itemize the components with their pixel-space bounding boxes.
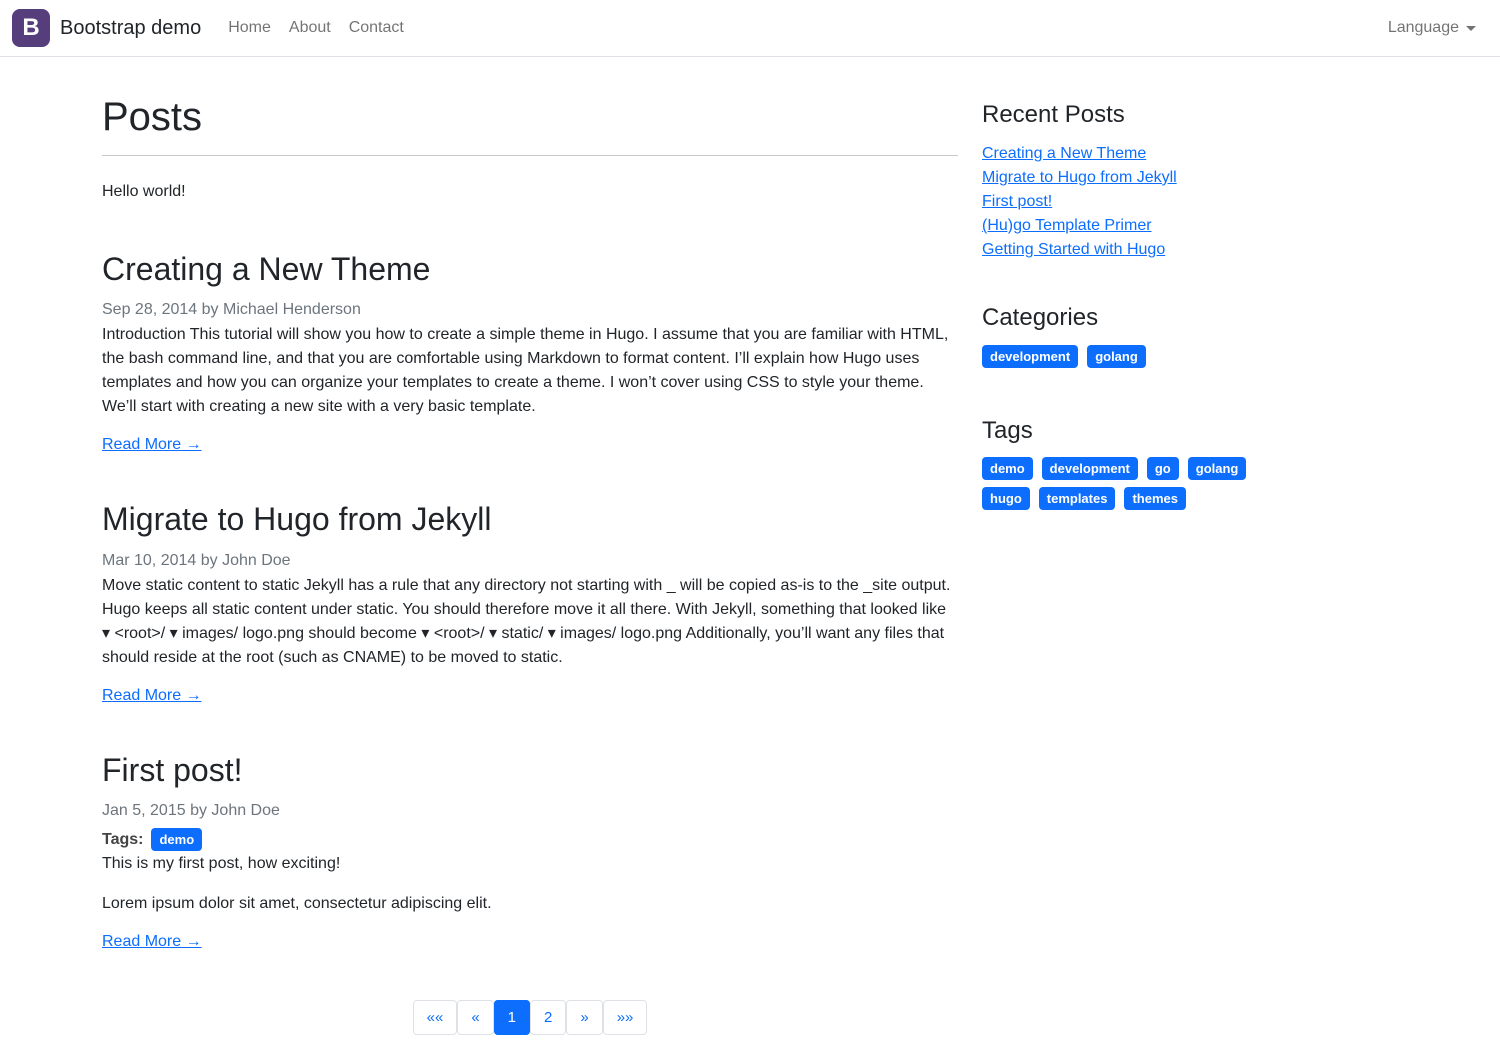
pagination-prev[interactable]: «: [457, 1000, 493, 1035]
post-summary: Creating a New Theme Sep 28, 2014 by Mic…: [102, 250, 958, 454]
intro-text: Hello world!: [102, 180, 958, 204]
language-dropdown-label: Language: [1388, 19, 1459, 37]
post-meta: Sep 28, 2014 by Michael Henderson: [102, 298, 958, 322]
tag-badge-golang[interactable]: golang: [1188, 457, 1247, 480]
tag-badge-templates[interactable]: templates: [1039, 487, 1116, 510]
categories-title: Categories: [982, 304, 1398, 333]
post-summary: First post! Jan 5, 2015 by John Doe Tags…: [102, 751, 958, 951]
categories-cloud: development golang: [982, 345, 1312, 375]
nav-item-about[interactable]: About: [280, 11, 340, 45]
read-more-link[interactable]: Read More →: [102, 687, 202, 705]
post-excerpt: Lorem ipsum dolor sit amet, consectetur …: [102, 892, 958, 916]
post-meta: Jan 5, 2015 by John Doe: [102, 799, 958, 823]
post-tags-row: Tags: demo: [102, 828, 958, 851]
tag-badge-hugo[interactable]: hugo: [982, 487, 1030, 510]
category-badge-development[interactable]: development: [982, 345, 1078, 368]
bootstrap-logo-icon[interactable]: B: [12, 9, 50, 47]
title-divider: [102, 155, 958, 156]
tag-badge-demo[interactable]: demo: [151, 828, 202, 851]
page-title: Posts: [102, 93, 958, 141]
sidebar: Recent Posts Creating a New Theme Migrat…: [970, 57, 1410, 517]
tag-badge-demo[interactable]: demo: [982, 457, 1033, 480]
page: B Bootstrap demo Home About Contact Lang…: [0, 0, 1500, 1058]
recent-post-link[interactable]: Getting Started with Hugo: [982, 238, 1165, 262]
recent-posts-title: Recent Posts: [982, 101, 1398, 130]
post-meta: Mar 10, 2014 by John Doe: [102, 549, 958, 573]
post-title[interactable]: Creating a New Theme: [102, 250, 958, 288]
read-more-link[interactable]: Read More →: [102, 436, 202, 454]
pagination-next[interactable]: »: [566, 1000, 602, 1035]
language-dropdown[interactable]: Language: [1388, 19, 1476, 37]
recent-post-link[interactable]: First post!: [982, 190, 1052, 214]
pagination-last[interactable]: »»: [603, 1000, 648, 1035]
recent-post-link[interactable]: Creating a New Theme: [982, 142, 1146, 166]
read-more-link[interactable]: Read More →: [102, 933, 202, 951]
tags-cloud: demo development go golang hugo template…: [982, 457, 1312, 517]
tags-label: Tags:: [102, 831, 143, 849]
tag-badge-go[interactable]: go: [1147, 457, 1179, 480]
pagination-first[interactable]: ««: [413, 1000, 458, 1035]
recent-post-link[interactable]: Migrate to Hugo from Jekyll: [982, 166, 1177, 190]
main-layout: Posts Hello world! Creating a New Theme …: [90, 57, 1410, 1058]
post-summary: Migrate to Hugo from Jekyll Mar 10, 2014…: [102, 500, 958, 704]
caret-down-icon: [1466, 26, 1476, 31]
post-excerpt: This is my first post, how exciting!: [102, 852, 958, 876]
post-title[interactable]: Migrate to Hugo from Jekyll: [102, 500, 958, 538]
pagination-page-1-active[interactable]: 1: [494, 1000, 530, 1035]
tags-title: Tags: [982, 417, 1398, 446]
recent-post-link[interactable]: (Hu)go Template Primer: [982, 214, 1152, 238]
nav-item-home[interactable]: Home: [219, 11, 280, 45]
post-excerpt: Introduction This tutorial will show you…: [102, 323, 958, 419]
navbar: B Bootstrap demo Home About Contact Lang…: [0, 0, 1500, 57]
brand-link[interactable]: Bootstrap demo: [60, 17, 201, 40]
content-column: Posts Hello world! Creating a New Theme …: [90, 57, 970, 1058]
tag-badge-development[interactable]: development: [1042, 457, 1138, 480]
post-title[interactable]: First post!: [102, 751, 958, 789]
nav-item-contact[interactable]: Contact: [340, 11, 413, 45]
pagination: «« « 1 2 » »»: [102, 1007, 958, 1028]
pagination-page-2[interactable]: 2: [530, 1000, 566, 1035]
post-excerpt: Move static content to static Jekyll has…: [102, 574, 958, 670]
tag-badge-themes[interactable]: themes: [1124, 487, 1186, 510]
category-badge-golang[interactable]: golang: [1087, 345, 1146, 368]
